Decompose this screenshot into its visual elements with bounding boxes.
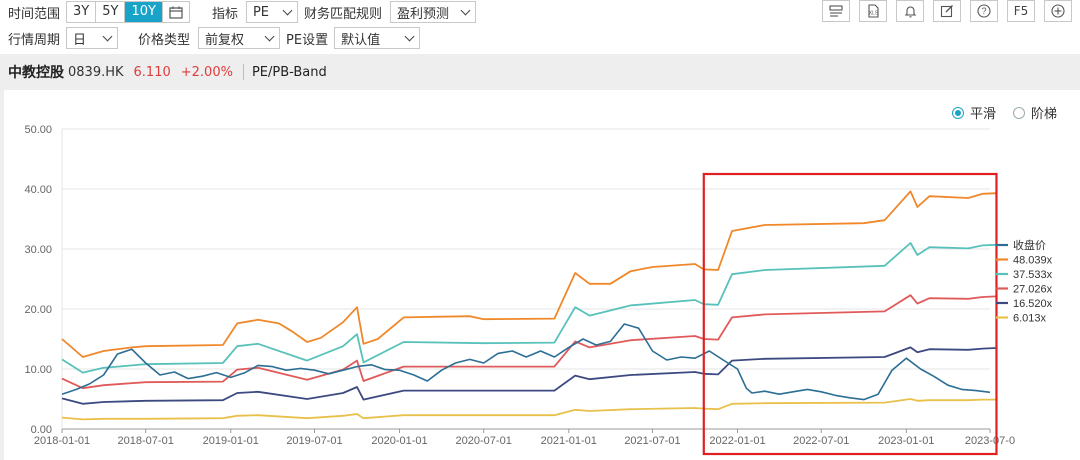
series-line-0	[61, 323, 991, 401]
y-tick-label: 10.00	[24, 364, 52, 376]
x-tick-label: 2023-07-0	[965, 435, 1015, 447]
y-tick-label: 50.00	[24, 124, 52, 136]
x-tick-label: 2021-07-01	[624, 435, 680, 447]
legend-label: 48.039x	[1013, 255, 1053, 267]
series-line-2	[61, 242, 997, 374]
legend-label: 16.520x	[1013, 298, 1053, 310]
legend-label: 收盘价	[1013, 238, 1046, 252]
x-tick-label: 2018-07-01	[118, 435, 174, 447]
y-tick-label: 20.00	[24, 304, 52, 316]
x-tick-label: 2020-01-01	[371, 435, 427, 447]
x-tick-label: 2022-07-01	[793, 435, 849, 447]
y-tick-label: 0.00	[31, 424, 52, 436]
highlight-layer	[702, 172, 998, 456]
legend-label: 37.533x	[1013, 269, 1053, 281]
pe-band-chart: 2018-01-01 2018-07-01 2019-01-01 2019-07-01…	[24, 124, 1053, 456]
x-tick-label: 2022-01-01	[709, 435, 765, 447]
series-line-1	[61, 190, 997, 358]
y-axis: 0.00 10.00 20.00 30.00 40.00 50.00	[24, 124, 52, 436]
x-tick-label: 2018-01-01	[34, 435, 90, 447]
y-tick-label: 30.00	[24, 244, 52, 256]
series-layer	[61, 190, 997, 421]
legend: 收盘价 48.039x 37.533x 27.026x 16.520x 6.013x	[996, 238, 1053, 325]
x-tick-label: 2019-07-01	[286, 435, 342, 447]
x-tick-label: 2021-01-01	[541, 435, 597, 447]
legend-label: 27.026x	[1013, 284, 1053, 296]
x-axis: 2018-01-01 2018-07-01 2019-01-01 2019-07-01…	[34, 429, 1015, 447]
series-line-5	[61, 398, 997, 421]
y-tick-label: 40.00	[24, 184, 52, 196]
x-tick-label: 2020-07-01	[456, 435, 512, 447]
x-tick-label: 2023-01-01	[878, 435, 934, 447]
highlight-box	[702, 172, 998, 456]
x-tick-label: 2019-01-01	[203, 435, 259, 447]
legend-label: 6.013x	[1013, 313, 1047, 325]
